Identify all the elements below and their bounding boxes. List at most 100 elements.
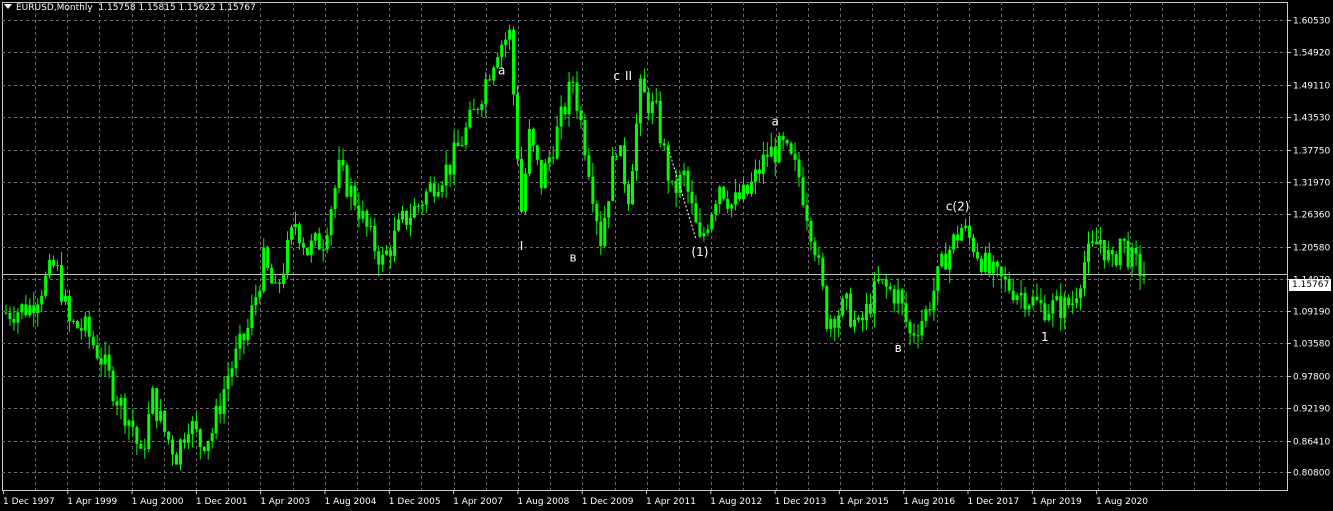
candle-body <box>214 405 218 434</box>
candle-body <box>1094 241 1098 245</box>
candle-body <box>484 79 488 105</box>
candle-body <box>16 312 20 323</box>
x-tick-label: 1 Aug 2008 <box>517 497 569 507</box>
candle-body <box>801 177 805 205</box>
candle-body <box>289 227 293 240</box>
wave-label: a <box>498 63 505 77</box>
candle-body <box>194 421 198 430</box>
candle-body <box>1083 262 1087 289</box>
chart-header: EURUSD,Monthly 1.15758 1.15815 1.15622 1… <box>4 3 256 13</box>
candle-body <box>361 210 365 219</box>
candle-body <box>175 454 179 465</box>
candle-body <box>928 309 932 311</box>
candle-body <box>1142 274 1146 277</box>
candle-body <box>765 154 769 157</box>
candle-body <box>979 258 983 273</box>
candle-body <box>190 421 194 435</box>
candle-body <box>944 253 948 270</box>
candle-body <box>872 281 876 314</box>
candle-body <box>151 388 155 414</box>
x-tick-label: 1 Dec 1997 <box>3 497 55 507</box>
candle-body <box>753 169 757 182</box>
candle-body <box>377 251 381 265</box>
candle-body <box>171 439 175 455</box>
candle-body <box>964 225 968 228</box>
candle-body <box>1079 288 1083 299</box>
candle-body <box>968 225 972 238</box>
candle-body <box>1067 297 1071 306</box>
x-tick-label: 1 Dec 2001 <box>196 497 248 507</box>
candle-body <box>535 145 539 160</box>
candle-body <box>389 250 393 256</box>
candle-body <box>337 159 341 189</box>
candle-body <box>309 240 313 255</box>
candle-body <box>1118 238 1122 266</box>
candle-body <box>833 318 837 328</box>
candle-body <box>531 128 535 146</box>
candle-body <box>107 354 111 371</box>
x-tick-label: 1 Apr 2011 <box>646 497 696 507</box>
candle-body <box>1106 250 1110 261</box>
candle-body <box>210 433 214 441</box>
candle-body <box>246 328 250 341</box>
candle-body <box>627 184 631 205</box>
candle-body <box>563 106 567 115</box>
candle-body <box>345 165 349 197</box>
candle-body <box>924 309 928 321</box>
candle-body <box>428 183 432 192</box>
candle-body <box>488 79 492 81</box>
candle-body <box>1059 296 1063 319</box>
candle-body <box>634 123 638 172</box>
candle-body <box>282 273 286 284</box>
candle-body <box>325 235 329 250</box>
candle-body <box>369 225 373 227</box>
candle-body <box>579 110 583 121</box>
candle-body <box>1126 240 1130 267</box>
candle-body <box>722 186 726 199</box>
x-tick-label: 1 Aug 2004 <box>325 497 377 507</box>
candle-body <box>1114 254 1118 266</box>
candle-body <box>599 221 603 247</box>
candle-body <box>40 295 44 305</box>
y-tick-label: 0.92190 <box>1293 405 1330 415</box>
x-tick-label: 1 Dec 2005 <box>389 497 441 507</box>
candle-body <box>71 320 75 322</box>
candle-body <box>539 159 543 189</box>
y-tick-label: 1.20580 <box>1293 244 1330 254</box>
candle-body <box>313 233 317 241</box>
candle-body <box>24 304 28 316</box>
candle-body <box>742 184 746 200</box>
candle-body <box>666 145 670 181</box>
candle-body <box>860 317 864 321</box>
candle-body <box>1075 298 1079 304</box>
candle-body <box>32 305 36 314</box>
candle-body <box>896 289 900 304</box>
dropdown-arrow-icon[interactable] <box>4 4 12 9</box>
candle-body <box>1047 313 1051 321</box>
candle-body <box>975 252 979 259</box>
candle-body <box>575 82 579 111</box>
candle-body <box>448 164 452 175</box>
y-tick-label: 1.03580 <box>1293 340 1330 350</box>
candle-body <box>853 319 857 327</box>
candle-body <box>516 94 520 159</box>
chart-area[interactable]: Iaвc II(1)aвc(2)1 1.605301.549201.491101.… <box>0 0 1333 511</box>
candle-body <box>773 146 777 163</box>
candle-body <box>523 173 527 212</box>
candle-body <box>519 158 523 212</box>
candle-body <box>650 101 654 114</box>
candle-body <box>444 164 448 186</box>
candle-body <box>206 440 210 451</box>
candle-body <box>1019 292 1023 296</box>
candle-body <box>139 443 143 449</box>
candle-body <box>607 201 611 218</box>
candle-body <box>143 448 147 450</box>
candle-body <box>381 254 385 265</box>
candle-body <box>769 146 773 157</box>
candle-body <box>916 335 920 337</box>
candle-body <box>904 303 908 322</box>
candle-body <box>757 169 761 174</box>
candle-body <box>900 289 904 304</box>
candle-body <box>508 29 512 40</box>
candle-body <box>131 420 135 428</box>
